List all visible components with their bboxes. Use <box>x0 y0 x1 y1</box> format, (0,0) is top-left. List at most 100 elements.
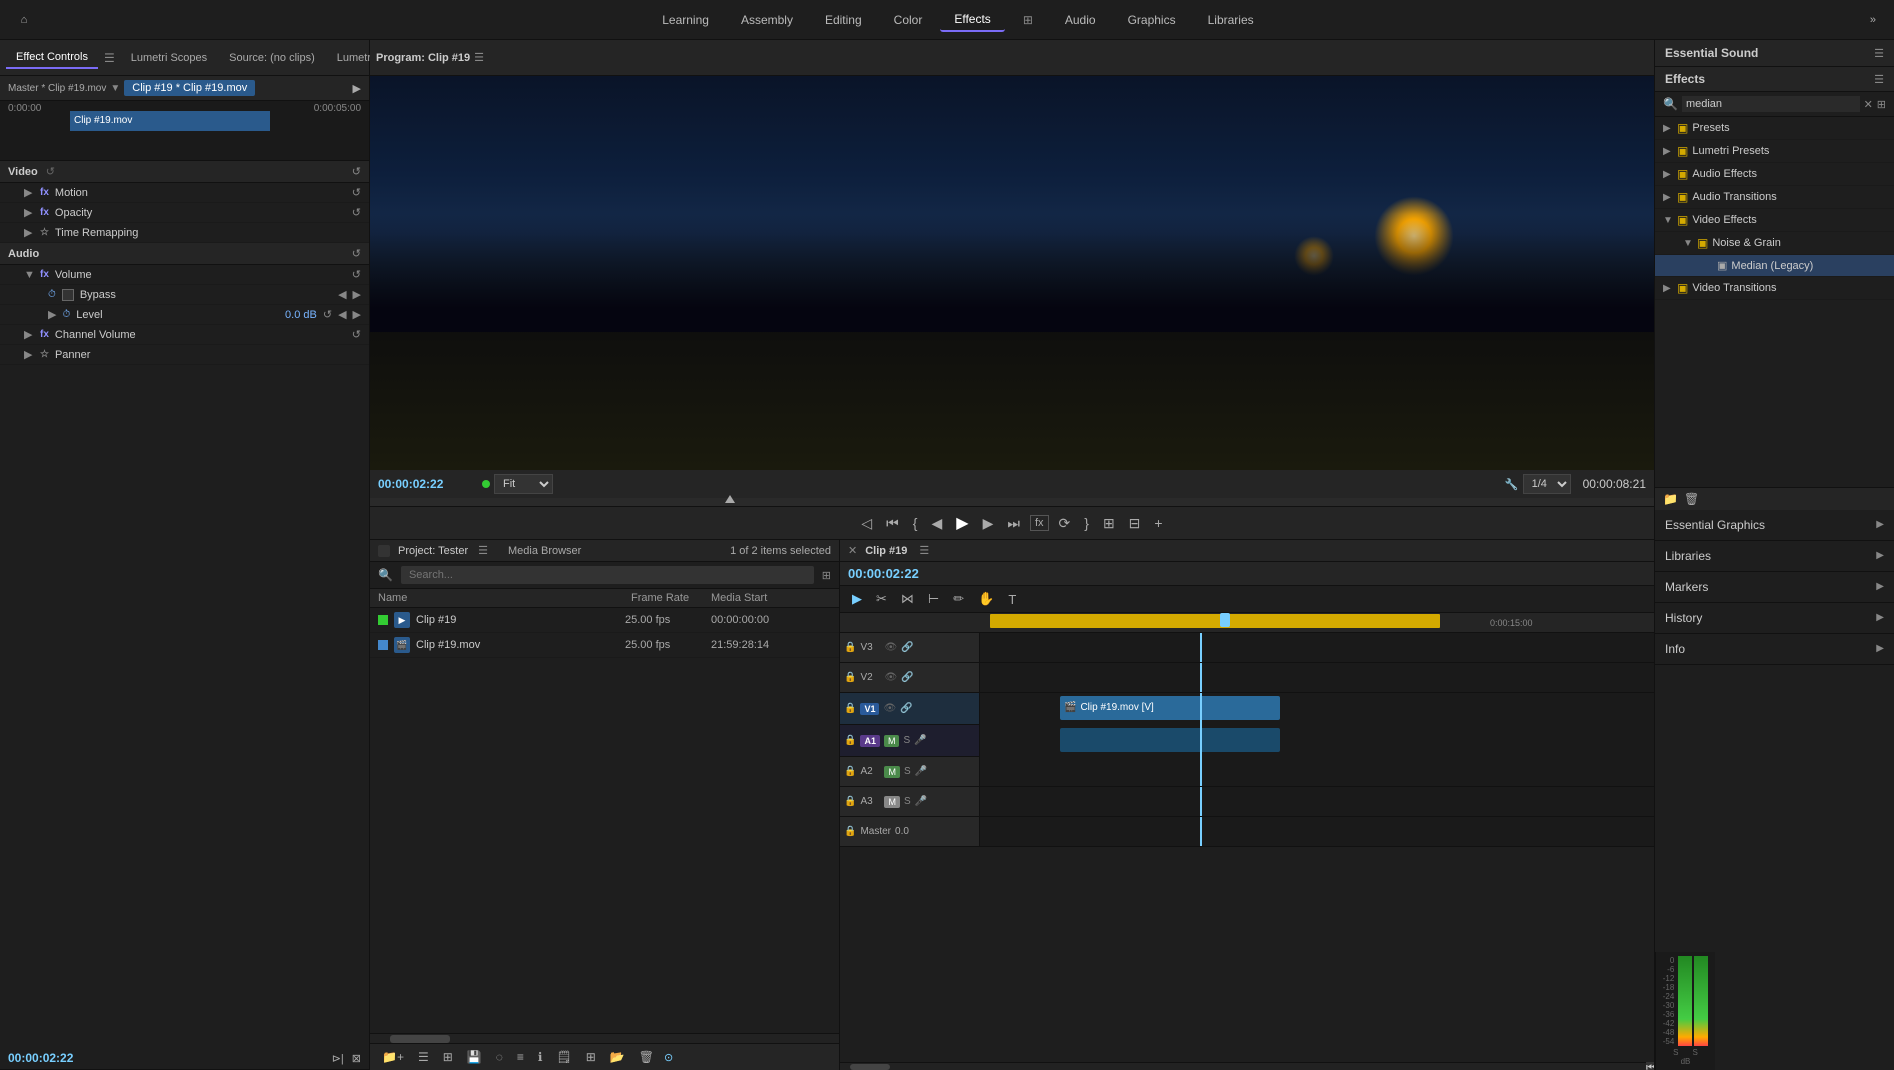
track-a3-lock[interactable]: 🔒 <box>844 796 856 807</box>
section-history[interactable]: History ▶ <box>1655 603 1894 634</box>
clip-name-btn[interactable]: Clip #19 * Clip #19.mov <box>124 80 255 96</box>
info-btn[interactable]: ℹ <box>534 1048 547 1066</box>
new-bin-btn[interactable]: 📁+ <box>378 1048 408 1066</box>
effect-panner[interactable]: ▶ ☆ Panner <box>0 345 369 365</box>
scrubber[interactable] <box>370 498 1654 506</box>
tree-video-effects[interactable]: ▼ ▣ Video Effects <box>1655 209 1894 232</box>
free-drive-btn[interactable]: 💾 <box>463 1048 486 1066</box>
col-name-header[interactable]: Name <box>378 592 631 604</box>
project-list-view[interactable]: ⊞ <box>822 569 831 582</box>
video-section-collapse[interactable]: ↺ <box>46 165 55 178</box>
list-view-btn[interactable]: ☰ <box>414 1048 433 1066</box>
effect-volume[interactable]: ▼ fx Volume ↺ <box>0 265 369 285</box>
timeline-yellow-bar[interactable] <box>990 614 1440 628</box>
track-a2-area[interactable] <box>980 757 1654 786</box>
video-transitions-expand[interactable]: ▶ <box>1663 283 1673 294</box>
project-item-clip19mov[interactable]: 🎬 Clip #19.mov 25.00 fps 21:59:28:14 <box>370 633 839 658</box>
track-master-area[interactable] <box>980 817 1654 846</box>
tree-audio-transitions[interactable]: ▶ ▣ Audio Transitions <box>1655 186 1894 209</box>
nav-item-audio[interactable]: Audio <box>1051 9 1110 31</box>
nav-item-color[interactable]: Color <box>880 9 937 31</box>
project-search[interactable] <box>401 566 814 584</box>
step-back-btn[interactable]: ⏮ <box>882 513 903 534</box>
project-scrollbar[interactable] <box>370 1033 839 1043</box>
tree-lumetri-presets[interactable]: ▶ ▣ Lumetri Presets <box>1655 140 1894 163</box>
find-btn[interactable]: ≡ <box>513 1048 528 1066</box>
track-a1-solo[interactable]: S <box>903 735 910 746</box>
track-v3-lock[interactable]: 🔒 <box>844 642 856 653</box>
home-icon[interactable]: ⌂ <box>10 6 38 34</box>
tl-ripple-btn[interactable]: ⋈ <box>897 589 918 609</box>
tab-effect-controls[interactable]: Effect Controls <box>6 47 98 69</box>
track-v2-link[interactable]: 🔗 <box>901 672 913 683</box>
mark-in-btn[interactable]: { <box>909 513 922 533</box>
timeline-mini-clip[interactable]: Clip #19.mov <box>70 111 270 131</box>
section-essential-graphics[interactable]: Essential Graphics ▶ <box>1655 510 1894 541</box>
step-fwd-btn[interactable]: ⏭ <box>1003 513 1024 534</box>
level-right-arrow[interactable]: ▶ <box>353 308 361 321</box>
level-expand[interactable]: ▶ <box>48 308 56 321</box>
panner-expand[interactable]: ▶ <box>24 348 34 361</box>
track-a3-solo[interactable]: S <box>904 796 911 807</box>
volume-reset[interactable]: ↺ <box>352 268 361 281</box>
add-marker-btn[interactable]: + <box>1150 513 1166 533</box>
track-a2-lock[interactable]: 🔒 <box>844 766 856 777</box>
project-item-clip19[interactable]: ▶ Clip #19 25.00 fps 00:00:00:00 <box>370 608 839 633</box>
volume-expand[interactable]: ▼ <box>24 269 34 281</box>
tree-median-legacy[interactable]: ▣ Median (Legacy) <box>1655 255 1894 277</box>
track-v2-eye[interactable]: 👁 <box>884 672 897 683</box>
audio-reset-btn[interactable]: ↺ <box>352 247 361 260</box>
nav-item-learning[interactable]: Learning <box>648 9 723 31</box>
level-left-arrow[interactable]: ◀ <box>338 308 346 321</box>
track-v1-link[interactable]: 🔗 <box>900 703 912 714</box>
tab-source[interactable]: Source: (no clips) <box>219 48 325 68</box>
expand-icon[interactable]: ▼ <box>110 83 120 94</box>
fit-select[interactable]: Fit 25% 50% 100% <box>494 474 553 494</box>
effects-new-folder[interactable]: 📁 <box>1663 492 1678 506</box>
tl-hand-btn[interactable]: ✋ <box>974 589 998 609</box>
delete-btn[interactable]: 🗑 <box>635 1048 658 1066</box>
media-browser-tab[interactable]: Media Browser <box>508 545 581 557</box>
opacity-expand[interactable]: ▶ <box>24 206 34 219</box>
insert-btn[interactable]: ⊞ <box>1099 513 1119 534</box>
project-menu[interactable]: ☰ <box>478 544 488 557</box>
timeline-link-btn[interactable]: ⊙ <box>664 1051 673 1064</box>
nav-item-libraries[interactable]: Libraries <box>1194 9 1268 31</box>
track-v2-lock[interactable]: 🔒 <box>844 672 856 683</box>
lumetri-presets-expand[interactable]: ▶ <box>1663 146 1673 157</box>
project-scrollbar-thumb[interactable] <box>390 1035 450 1043</box>
timeline-menu[interactable]: ☰ <box>919 544 929 557</box>
effects-search-clear[interactable]: ✕ <box>1864 98 1873 111</box>
nav-item-assembly[interactable]: Assembly <box>727 9 807 31</box>
tree-noise-grain[interactable]: ▼ ▣ Noise & Grain <box>1655 232 1894 255</box>
track-a2-solo[interactable]: S <box>904 766 911 777</box>
nav-more-icon[interactable]: » <box>1862 10 1884 30</box>
effects-panel-menu[interactable]: ☰ <box>1874 73 1884 86</box>
track-v1-area[interactable]: 🎬 Clip #19.mov [V] <box>980 693 1654 725</box>
track-a1-lock[interactable]: 🔒 <box>844 735 856 746</box>
program-menu[interactable]: ☰ <box>474 51 484 64</box>
new-item-btn[interactable]: 🗒 <box>552 1048 575 1066</box>
audio-effects-expand[interactable]: ▶ <box>1663 169 1673 180</box>
effects-search-options[interactable]: ⊞ <box>1877 98 1886 111</box>
section-markers[interactable]: Markers ▶ <box>1655 572 1894 603</box>
step-frame-fwd-btn[interactable]: ▶ <box>979 513 998 534</box>
tree-video-transitions[interactable]: ▶ ▣ Video Transitions <box>1655 277 1894 300</box>
video-effects-expand[interactable]: ▼ <box>1663 215 1673 226</box>
tl-text-btn[interactable]: T <box>1004 590 1020 609</box>
tree-audio-effects[interactable]: ▶ ▣ Audio Effects <box>1655 163 1894 186</box>
track-a3-mute[interactable]: M <box>884 796 900 808</box>
section-info[interactable]: Info ▶ <box>1655 634 1894 665</box>
motion-reset[interactable]: ↺ <box>352 186 361 199</box>
timeline-close-btn[interactable]: ✕ <box>848 544 857 557</box>
track-a1-mic[interactable]: 🎤 <box>914 735 926 746</box>
effects-search-input[interactable] <box>1682 96 1860 112</box>
channel-volume-expand[interactable]: ▶ <box>24 328 34 341</box>
track-a1-clip[interactable] <box>1060 728 1280 752</box>
col-start-header[interactable]: Media Start <box>711 592 831 604</box>
overwrite-btn[interactable]: ⊟ <box>1125 513 1145 534</box>
track-a3-mic[interactable]: 🎤 <box>915 796 927 807</box>
level-value[interactable]: 0.0 dB <box>285 309 317 321</box>
track-master-lock[interactable]: 🔒 <box>844 826 856 837</box>
play-pause-btn[interactable]: ▶ <box>952 511 972 535</box>
